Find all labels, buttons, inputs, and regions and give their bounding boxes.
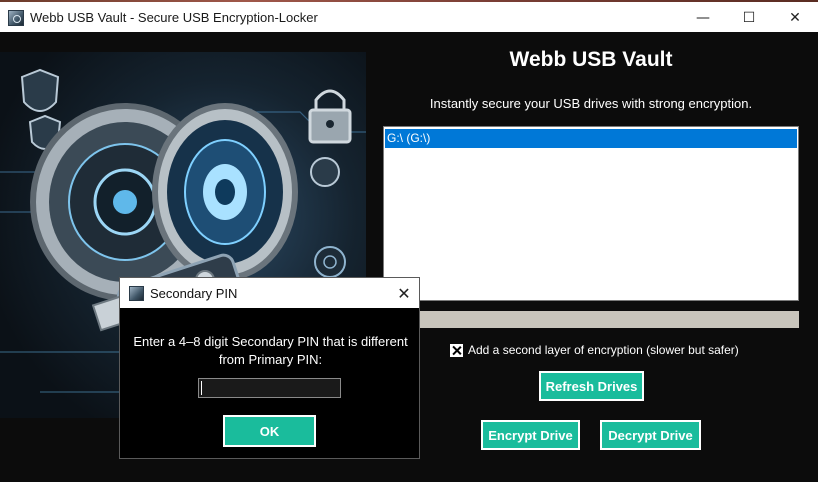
encryption-progress-bar xyxy=(420,311,799,328)
app-icon xyxy=(129,286,144,301)
text-caret xyxy=(201,381,202,395)
second-layer-label: Add a second layer of encryption (slower… xyxy=(468,343,739,357)
dialog-titlebar[interactable]: Secondary PIN ✕ xyxy=(120,278,419,308)
lock-icon xyxy=(308,89,352,144)
maximize-button[interactable]: ☐ xyxy=(726,4,772,32)
dialog-message: Enter a 4–8 digit Secondary PIN that is … xyxy=(133,334,408,367)
secondary-pin-input[interactable] xyxy=(198,378,341,398)
dialog-title: Secondary PIN xyxy=(150,286,238,301)
drive-listbox[interactable]: G:\ (G:\) xyxy=(383,126,799,301)
drive-list-item[interactable]: G:\ (G:\) xyxy=(385,129,797,148)
encrypt-drive-button[interactable]: Encrypt Drive xyxy=(481,420,580,450)
window-titlebar[interactable]: Webb USB Vault - Secure USB Encryption-L… xyxy=(0,2,818,32)
refresh-drives-button[interactable]: Refresh Drives xyxy=(539,371,644,401)
close-button[interactable]: ✕ xyxy=(772,4,818,32)
app-icon xyxy=(8,10,24,26)
app-title: Webb USB Vault xyxy=(509,48,673,71)
secondary-pin-dialog[interactable]: Secondary PIN ✕ Enter a 4–8 digit Second… xyxy=(119,277,420,459)
window-title: Webb USB Vault - Secure USB Encryption-L… xyxy=(30,10,318,25)
second-layer-checkbox[interactable] xyxy=(450,343,463,357)
decrypt-drive-button[interactable]: Decrypt Drive xyxy=(600,420,701,450)
vault-door-right xyxy=(152,103,298,281)
minimize-button[interactable]: — xyxy=(680,4,726,32)
dialog-close-button[interactable]: ✕ xyxy=(392,281,416,305)
second-layer-option[interactable]: Add a second layer of encryption (slower… xyxy=(450,343,739,357)
ok-button[interactable]: OK xyxy=(223,415,316,447)
app-subtitle: Instantly secure your USB drives with st… xyxy=(429,96,753,111)
